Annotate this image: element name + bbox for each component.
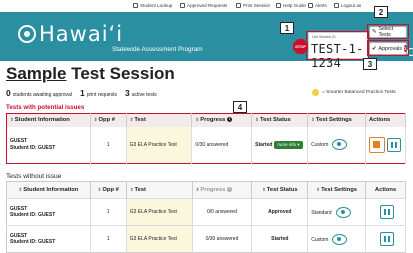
hawaii-logo: Hawaiʻi <box>18 22 123 46</box>
logout-link[interactable]: Logout as <box>334 3 361 8</box>
approved-requests-link[interactable]: Approved Requests <box>180 3 227 8</box>
issues-header-row: ⇕Student Information ⇕Opp # ⇕Test ⇕Progr… <box>6 113 407 127</box>
logout-icon <box>334 3 339 8</box>
view-settings-icon[interactable] <box>335 206 351 218</box>
col-progress[interactable]: ⇕Progress i <box>191 113 253 127</box>
stat-awaiting-approval: 0 students awaiting approval <box>6 88 72 98</box>
table-row: GUEST Student ID: GUEST 1 G3 ELA Practice… <box>6 198 406 226</box>
issues-heading: Tests with potential issues <box>6 104 85 111</box>
col-test[interactable]: ⇕Test <box>126 113 193 127</box>
callout-2: 2 <box>374 6 388 18</box>
test-cell: G3 ELA Practice Test <box>126 126 193 164</box>
help-guide-link[interactable]: Help Guide <box>276 3 306 8</box>
col-test[interactable]: ⇕Test <box>126 181 193 199</box>
progress-cell: 0/30 answered <box>192 225 253 253</box>
print-action-button[interactable] <box>368 136 385 153</box>
no-issue-header-row: ⇕Student Information ⇕Opp # ⇕Test ⇕Progr… <box>6 181 406 199</box>
document-icon <box>180 3 185 8</box>
no-issue-table: ⇕Student Information ⇕Opp # ⇕Test ⇕Progr… <box>6 181 406 253</box>
col-test-status[interactable]: ⇕Test Status <box>251 113 309 127</box>
col-test-status[interactable]: ⇕Test Status <box>251 181 309 199</box>
info-icon: i <box>227 186 233 192</box>
table-row: GUEST Student ID: GUEST 1 G3 ELA Practice… <box>6 126 407 164</box>
pause-button[interactable] <box>386 137 401 152</box>
callout-4: 4 <box>233 101 247 113</box>
callout-1: 1 <box>280 22 294 34</box>
program-subtitle: Statewide Assessment Program <box>112 46 203 53</box>
no-issue-heading: Tests without issue <box>6 173 62 180</box>
callout-3: 3 <box>363 58 377 70</box>
session-stats: 0 students awaiting approval 1 print reque… <box>6 88 157 98</box>
student-info-cell: GUEST Student ID: GUEST <box>6 198 91 226</box>
opp-cell: 1 <box>90 225 127 253</box>
alert-icon <box>308 3 313 8</box>
status-cell: Approved <box>251 198 309 226</box>
test-cell: G3 ELA Practice Test <box>126 225 193 253</box>
stat-print-requests: 1 print requests <box>79 88 117 98</box>
callout-3-highlight <box>367 40 409 56</box>
opp-cell: 1 <box>90 126 127 164</box>
pause-button[interactable] <box>379 205 394 219</box>
col-actions: Actions <box>365 113 407 127</box>
student-info-cell: GUEST Student ID: GUEST <box>6 126 91 164</box>
search-icon <box>133 3 138 8</box>
alerts-link[interactable]: Alerts <box>308 3 327 8</box>
col-progress[interactable]: ⇕Progress i <box>192 181 253 199</box>
status-cell: Started <box>251 225 309 253</box>
col-actions: Actions <box>365 181 406 199</box>
opp-cell: 1 <box>90 198 127 226</box>
callout-1-highlight <box>306 31 369 60</box>
settings-cell: Custom <box>307 126 366 164</box>
col-test-settings[interactable]: ⇕Test Settings <box>307 113 366 127</box>
print-session-link[interactable]: Print Session <box>236 3 270 8</box>
help-icon <box>276 3 281 8</box>
settings-cell: Standard <box>307 198 367 226</box>
col-student-info[interactable]: ⇕Student Information <box>6 113 91 127</box>
legend-swatch <box>312 89 319 96</box>
progress-cell: 0/0 answered <box>192 198 253 226</box>
settings-cell: Custom <box>307 225 367 253</box>
status-cell: Started more info ▾ <box>251 126 309 164</box>
page-title: Sample Test Session <box>6 64 175 83</box>
info-icon: i <box>226 117 232 123</box>
callout-2-highlight <box>367 24 409 39</box>
col-student-info[interactable]: ⇕Student Information <box>6 181 91 199</box>
practice-test-legend: = Smarter Balanced Practice Tests <box>312 89 396 96</box>
top-utility-bar: Student Lookup Approved Requests Print S… <box>0 0 413 12</box>
student-lookup-link[interactable]: Student Lookup <box>133 3 172 8</box>
actions-cell <box>365 126 407 164</box>
pause-button[interactable] <box>379 232 394 246</box>
col-opp[interactable]: ⇕Opp # <box>90 113 127 127</box>
test-cell: G3 ELA Practice Test <box>126 198 193 226</box>
actions-cell <box>365 225 406 253</box>
print-icon <box>236 3 241 8</box>
actions-cell <box>365 198 406 226</box>
view-settings-icon[interactable] <box>332 139 348 151</box>
issues-table: ⇕Student Information ⇕Opp # ⇕Test ⇕Progr… <box>6 113 407 164</box>
col-test-settings[interactable]: ⇕Test Settings <box>307 181 367 199</box>
col-opp[interactable]: ⇕Opp # <box>90 181 127 199</box>
table-row: GUEST Student ID: GUEST 1 G3 ELA Practice… <box>6 225 406 253</box>
student-info-cell: GUEST Student ID: GUEST <box>6 225 91 253</box>
logo-emblem-icon <box>18 25 36 43</box>
more-info-button[interactable]: more info ▾ <box>274 140 303 149</box>
stat-active-tests: 3 active tests <box>124 88 157 98</box>
view-settings-icon[interactable] <box>332 233 348 245</box>
progress-cell: 0/30 answered <box>191 126 253 164</box>
